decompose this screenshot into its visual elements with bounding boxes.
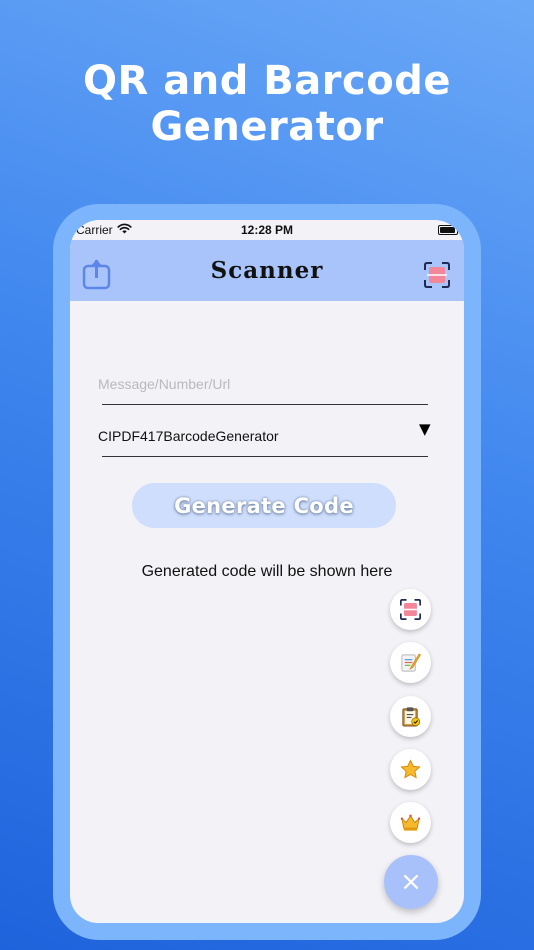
app-screen: Carrier 12:28 PM Scanner CIPDF417Barcode…: [70, 220, 464, 923]
fab-close-button[interactable]: ×: [384, 855, 438, 909]
notes-icon: [401, 653, 421, 672]
share-icon[interactable]: [82, 258, 112, 290]
generated-code-placeholder: Generated code will be shown here: [141, 563, 393, 580]
hero-title: QR and Barcode Generator: [0, 58, 534, 150]
status-time: 12:28 PM: [240, 223, 294, 237]
fab-clipboard-button[interactable]: [390, 696, 431, 737]
crown-icon: [400, 814, 421, 831]
message-input-underline: [102, 404, 428, 405]
fab-scan-button[interactable]: [390, 589, 431, 630]
star-icon: [400, 759, 421, 779]
fab-notes-button[interactable]: [390, 642, 431, 683]
nav-bar: Scanner: [70, 240, 464, 301]
generate-code-button[interactable]: Generate Code: [132, 483, 396, 528]
scan-icon[interactable]: [424, 262, 450, 288]
generator-select[interactable]: CIPDF417BarcodeGenerator: [98, 428, 279, 444]
status-bar: Carrier 12:28 PM: [70, 220, 464, 240]
battery-icon: [438, 225, 460, 235]
fab-premium-button[interactable]: [390, 802, 431, 843]
hero-title-line-2: Generator: [150, 104, 384, 150]
scan-icon: [400, 599, 421, 620]
message-input[interactable]: [98, 373, 398, 395]
close-icon: ×: [400, 867, 422, 897]
dropdown-arrow-icon[interactable]: ▼: [419, 420, 431, 438]
fab-favorites-button[interactable]: [390, 749, 431, 790]
generator-select-underline: [102, 456, 428, 457]
clipboard-icon: [402, 707, 421, 727]
hero-title-line-1: QR and Barcode: [83, 58, 451, 104]
nav-title: Scanner: [210, 257, 324, 284]
